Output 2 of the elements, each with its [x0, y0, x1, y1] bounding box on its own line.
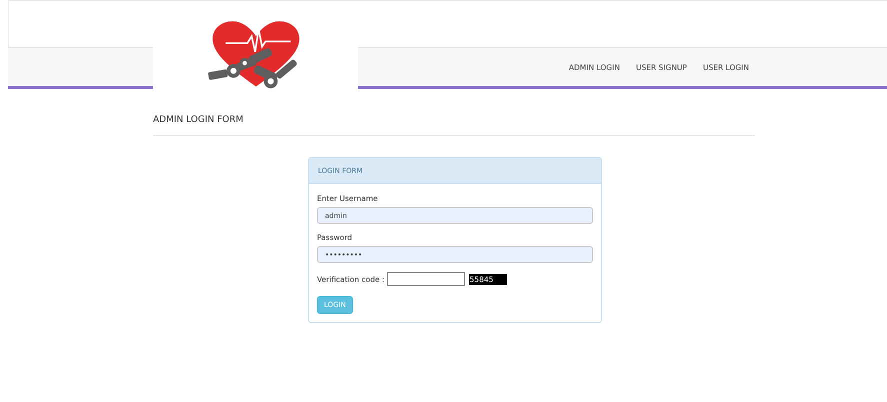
verification-field[interactable]: [386, 272, 465, 286]
page-title: ADMIN LOGIN FORM: [153, 115, 244, 125]
